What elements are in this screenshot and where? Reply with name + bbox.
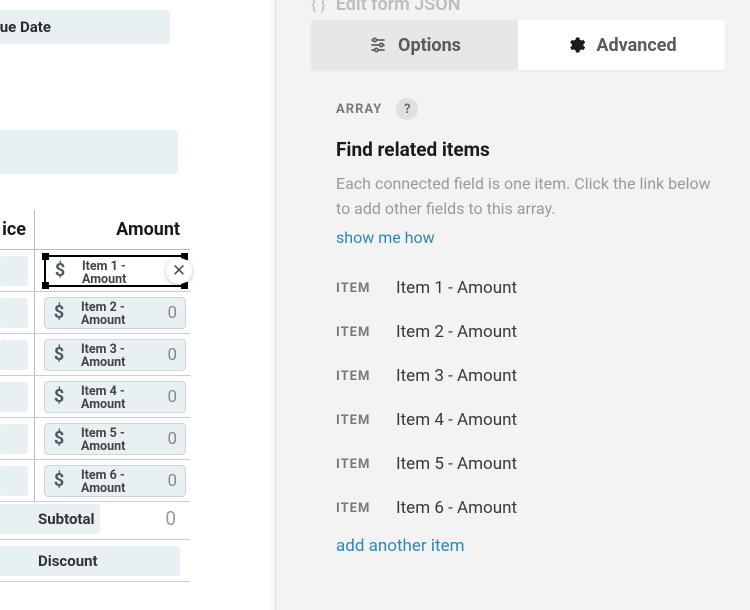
amount-value: 0 — [167, 387, 177, 407]
blank-field[interactable] — [0, 130, 178, 174]
dollar-icon: $ — [45, 386, 73, 407]
item-tag: ITEM — [336, 501, 396, 516]
list-item[interactable]: ITEMItem 4 - Amount — [336, 398, 720, 442]
item-label: Item 5 - Amount — [396, 454, 517, 474]
table-row: $ Item 5 -Amount 0 — [0, 418, 190, 460]
ice-field[interactable] — [0, 340, 28, 370]
summary: Subtotal 0 Discount — [0, 498, 190, 582]
tab-advanced[interactable]: Advanced — [518, 20, 725, 70]
due-date-field[interactable]: Due Date — [0, 10, 170, 44]
array-header: ARRAY ? — [336, 98, 418, 120]
amount-field-selected[interactable]: $ Item 1 -Amount — [44, 255, 186, 287]
item-tag: ITEM — [336, 325, 396, 340]
ice-field[interactable] — [0, 382, 28, 412]
dollar-icon: $ — [45, 302, 73, 323]
properties-panel: { } Edit form JSON Options Advanced ARRA… — [275, 0, 750, 610]
dollar-icon: $ — [45, 428, 73, 449]
amount-label: Item 2 -Amount — [81, 301, 125, 329]
tab-advanced-label: Advanced — [596, 35, 676, 56]
item-tag: ITEM — [336, 413, 396, 428]
amount-field[interactable]: $ Item 5 -Amount 0 — [44, 423, 186, 455]
amount-label: Item 4 -Amount — [81, 385, 125, 413]
table-row: $ Item 3 -Amount 0 — [0, 334, 190, 376]
list-item[interactable]: ITEMItem 6 - Amount — [336, 486, 720, 530]
cell-ice — [0, 250, 35, 291]
close-icon[interactable]: ✕ — [166, 258, 192, 284]
discount-label[interactable]: Discount — [0, 546, 180, 576]
array-label: ARRAY — [336, 102, 382, 117]
braces-icon: { } — [311, 0, 326, 14]
help-icon[interactable]: ? — [396, 98, 418, 120]
table-row: $ Item 1 -Amount ✕ — [0, 250, 190, 292]
amount-label: Item 3 -Amount — [81, 343, 125, 371]
item-tag: ITEM — [336, 281, 396, 296]
list-item[interactable]: ITEMItem 3 - Amount — [336, 354, 720, 398]
help-text: Each connected field is one item. Click … — [336, 172, 720, 222]
col-header-amount: Amount — [35, 210, 190, 249]
subtotal-label[interactable]: Subtotal — [0, 504, 100, 534]
table-row: $ Item 6 -Amount 0 — [0, 460, 190, 502]
amount-label: Item 5 -Amount — [81, 427, 125, 455]
col-header-ice: ice — [0, 210, 35, 249]
show-me-how-link[interactable]: show me how — [336, 228, 435, 247]
tabs: Options Advanced — [311, 20, 725, 70]
gear-icon — [566, 35, 586, 55]
item-label: Item 2 - Amount — [396, 322, 517, 342]
item-tag: ITEM — [336, 457, 396, 472]
dollar-icon: $ — [45, 344, 73, 365]
amount-value: 0 — [167, 429, 177, 449]
ice-field[interactable] — [0, 466, 28, 496]
amount-field[interactable]: $ Item 3 -Amount 0 — [44, 339, 186, 371]
section-title: Find related items — [336, 138, 490, 161]
dollar-icon: $ — [46, 260, 74, 281]
item-label: Item 1 - Amount — [396, 278, 517, 298]
list-item[interactable]: ITEMItem 1 - Amount — [336, 266, 720, 310]
subtotal-value: 0 — [100, 507, 190, 530]
ice-field[interactable] — [0, 298, 28, 328]
subtotal-row: Subtotal 0 — [0, 498, 190, 540]
table-header: ice Amount — [0, 210, 190, 250]
item-label: Item 4 - Amount — [396, 410, 517, 430]
items-list: ITEMItem 1 - Amount ITEMItem 2 - Amount … — [336, 266, 720, 530]
amount-label: Item 6 -Amount — [81, 469, 125, 497]
amount-value: 0 — [167, 345, 177, 365]
form-canvas: Due Date ice Amount $ Item 1 -Amount ✕ — [0, 0, 270, 610]
add-another-item-link[interactable]: add another item — [336, 536, 465, 556]
ice-field[interactable] — [0, 256, 28, 286]
discount-row: Discount — [0, 540, 190, 582]
item-label: Item 6 - Amount — [396, 498, 517, 518]
item-tag: ITEM — [336, 369, 396, 384]
amount-field[interactable]: $ Item 2 -Amount 0 — [44, 297, 186, 329]
amount-value: 0 — [167, 303, 177, 323]
amount-field[interactable]: $ Item 4 -Amount 0 — [44, 381, 186, 413]
tab-options[interactable]: Options — [311, 20, 518, 70]
table-row: $ Item 4 -Amount 0 — [0, 376, 190, 418]
edit-form-json[interactable]: { } Edit form JSON — [311, 0, 460, 15]
items-table: ice Amount $ Item 1 -Amount ✕ — [0, 210, 190, 502]
cell-amount: $ Item 1 -Amount ✕ — [35, 250, 190, 291]
dollar-icon: $ — [45, 470, 73, 491]
amount-field[interactable]: $ Item 6 -Amount 0 — [44, 465, 186, 497]
list-item[interactable]: ITEMItem 5 - Amount — [336, 442, 720, 486]
table-row: $ Item 2 -Amount 0 — [0, 292, 190, 334]
list-item[interactable]: ITEMItem 2 - Amount — [336, 310, 720, 354]
sliders-icon — [368, 35, 388, 55]
tab-options-label: Options — [398, 35, 461, 56]
amount-value: 0 — [167, 471, 177, 491]
item-label: Item 3 - Amount — [396, 366, 517, 386]
edit-json-label: Edit form JSON — [336, 0, 461, 15]
amount-label: Item 1 -Amount — [82, 260, 126, 288]
ice-field[interactable] — [0, 424, 28, 454]
